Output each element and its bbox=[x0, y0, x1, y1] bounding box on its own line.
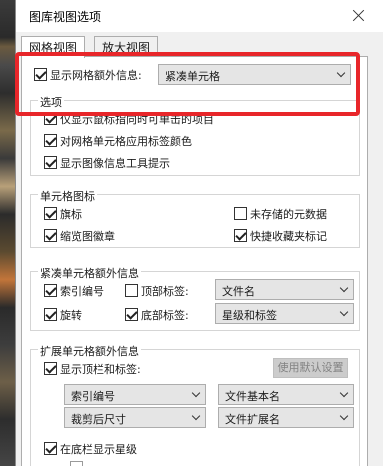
bottom-label-checkbox[interactable] bbox=[125, 308, 138, 321]
show-header-labels-label: 显示顶栏和标签: bbox=[60, 363, 141, 376]
top-label-label: 顶部标签: bbox=[141, 285, 189, 298]
tab-grid-view[interactable]: 网格视图 bbox=[21, 36, 86, 58]
tint-cells-label-color-label: 对网格单元格应用标签颜色 bbox=[60, 135, 192, 148]
footer-sub-checkbox[interactable] bbox=[70, 461, 83, 466]
show-clickable-on-hover-label: 仅显示鼠标指向时可单击的项目 bbox=[60, 113, 214, 126]
bottom-label-label: 底部标签: bbox=[141, 309, 189, 322]
chevron-down-icon bbox=[339, 411, 349, 421]
cell-icons-group-title: 单元格图标 bbox=[38, 188, 97, 204]
show-rating-footer-checkbox[interactable] bbox=[44, 442, 57, 455]
chevron-down-icon bbox=[336, 68, 346, 78]
header-select-1-value: 索引编号 bbox=[71, 390, 115, 403]
expanded-extras-group-title: 扩展单元格额外信息 bbox=[38, 343, 141, 359]
rotation-label: 旋转 bbox=[60, 309, 82, 322]
show-image-info-tooltips-label: 显示图像信息工具提示 bbox=[60, 157, 170, 170]
index-number-checkbox[interactable] bbox=[44, 284, 57, 297]
show-header-labels-checkbox[interactable] bbox=[44, 362, 57, 375]
header-select-3[interactable]: 裁剪后尺寸 bbox=[64, 407, 206, 428]
show-grid-extras-checkbox[interactable] bbox=[34, 68, 47, 81]
chevron-down-icon bbox=[191, 388, 201, 398]
header-select-2[interactable]: 文件基本名 bbox=[218, 384, 354, 405]
top-label-checkbox[interactable] bbox=[125, 284, 138, 297]
compact-extras-group-title: 紧凑单元格额外信息 bbox=[38, 265, 141, 281]
thumbnail-badges-label: 缩览图徽章 bbox=[60, 230, 115, 243]
grid-extras-style-value: 紧凑单元格 bbox=[165, 70, 220, 83]
rotation-checkbox[interactable] bbox=[44, 308, 57, 321]
chevron-down-icon bbox=[339, 307, 349, 317]
top-label-select[interactable]: 文件名 bbox=[215, 279, 354, 300]
flags-label: 旗标 bbox=[60, 208, 82, 221]
chevron-down-icon bbox=[339, 388, 349, 398]
top-label-value: 文件名 bbox=[222, 285, 255, 298]
library-view-options-dialog: 图库视图选项 网格视图 放大视图 显示网格额外信息: 紧凑单元格 选项 仅显示鼠… bbox=[15, 0, 383, 466]
show-grid-extras-label: 显示网格额外信息: bbox=[50, 69, 142, 82]
chevron-down-icon bbox=[339, 283, 349, 293]
show-rating-footer-label: 在底栏显示星级 bbox=[60, 443, 137, 456]
options-group-title: 选项 bbox=[38, 94, 64, 110]
quick-collection-label: 快捷收藏夹标记 bbox=[250, 230, 327, 243]
thumbnail-badges-checkbox[interactable] bbox=[44, 229, 57, 242]
header-select-1[interactable]: 索引编号 bbox=[64, 384, 206, 405]
background-photo-strip bbox=[0, 0, 15, 466]
header-select-3-value: 裁剪后尺寸 bbox=[71, 413, 126, 426]
window-title: 图库视图选项 bbox=[29, 10, 102, 24]
use-defaults-button[interactable]: 使用默认设置 bbox=[273, 358, 348, 378]
tint-cells-label-color-checkbox[interactable] bbox=[44, 134, 57, 147]
bottom-label-select[interactable]: 星级和标签 bbox=[215, 303, 354, 324]
bottom-label-value: 星级和标签 bbox=[222, 309, 277, 322]
unsaved-metadata-checkbox[interactable] bbox=[234, 207, 247, 220]
quick-collection-checkbox[interactable] bbox=[234, 229, 247, 242]
header-select-4-value: 文件扩展名 bbox=[225, 413, 280, 426]
header-select-4[interactable]: 文件扩展名 bbox=[218, 407, 354, 428]
header-select-2-value: 文件基本名 bbox=[225, 390, 280, 403]
flags-checkbox[interactable] bbox=[44, 207, 57, 220]
index-number-label: 索引编号 bbox=[60, 285, 104, 298]
chevron-down-icon bbox=[191, 411, 201, 421]
tab-loupe-view[interactable]: 放大视图 bbox=[94, 36, 159, 56]
tab-panel: 显示网格额外信息: 紧凑单元格 选项 仅显示鼠标指向时可单击的项目 对网格单元格… bbox=[21, 56, 368, 466]
show-clickable-on-hover-checkbox[interactable] bbox=[44, 112, 57, 125]
grid-extras-style-select[interactable]: 紧凑单元格 bbox=[158, 64, 351, 85]
title-bar: 图库视图选项 bbox=[16, 0, 383, 32]
unsaved-metadata-label: 未存储的元数据 bbox=[250, 208, 327, 221]
show-image-info-tooltips-checkbox[interactable] bbox=[44, 156, 57, 169]
close-icon[interactable] bbox=[349, 6, 369, 26]
